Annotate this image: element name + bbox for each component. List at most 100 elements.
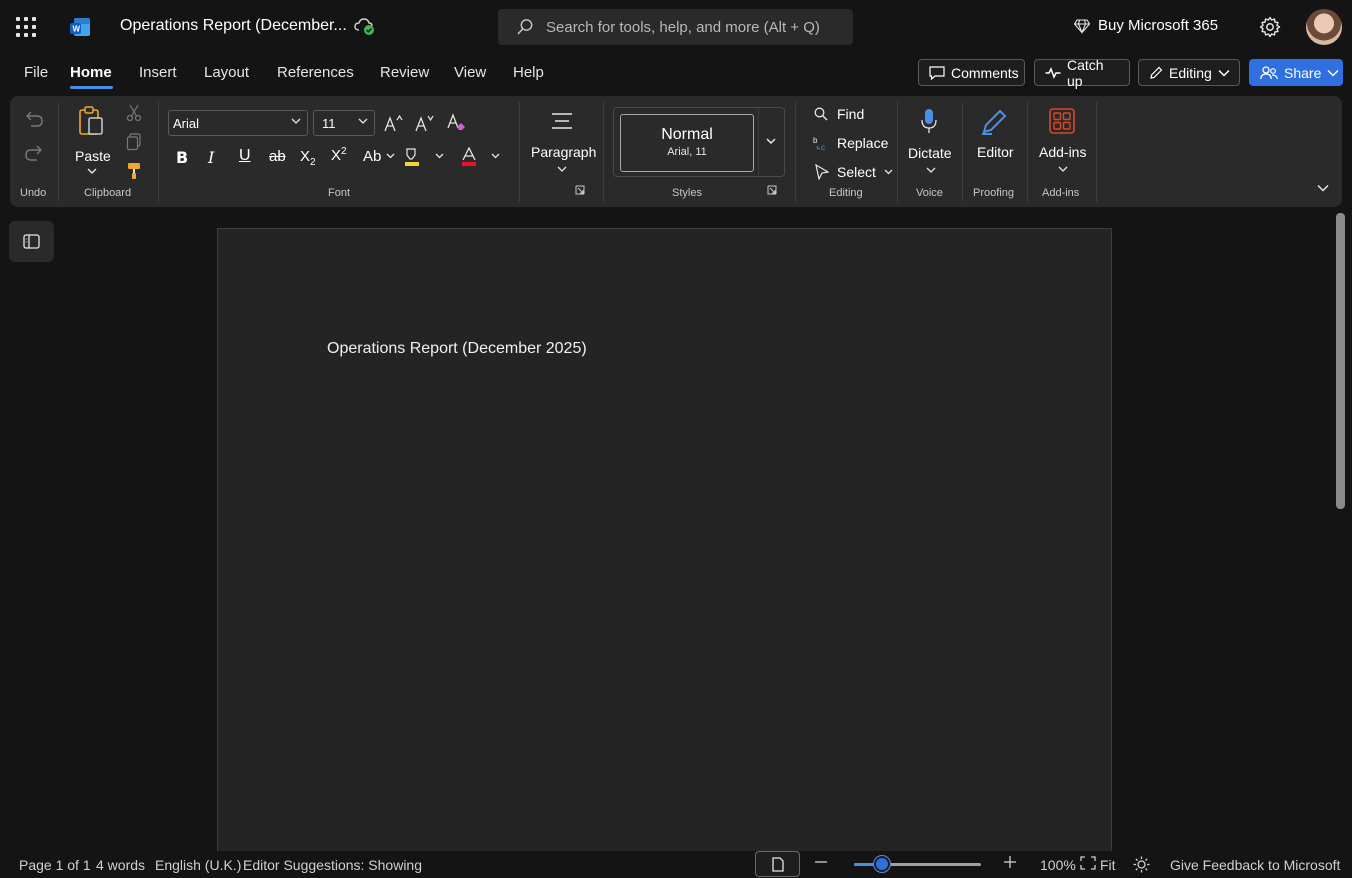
search-box[interactable]: [498, 9, 853, 45]
cloud-saved-icon[interactable]: [354, 16, 376, 36]
replace-button[interactable]: bc Replace: [813, 135, 888, 151]
tab-file[interactable]: File: [24, 64, 48, 81]
document-page[interactable]: Operations Report (December 2025): [217, 228, 1112, 868]
tab-help[interactable]: Help: [513, 64, 544, 81]
buy-microsoft-365-button[interactable]: Buy Microsoft 365: [1074, 17, 1218, 34]
dialog-launcher-icon[interactable]: [575, 185, 585, 195]
paragraph-label[interactable]: Paragraph: [531, 144, 596, 160]
ribbon-collapse-chevron-icon[interactable]: [1317, 184, 1329, 192]
redo-icon[interactable]: [24, 144, 44, 162]
share-button[interactable]: Share: [1249, 59, 1343, 86]
catch-up-button[interactable]: Catch up: [1034, 57, 1130, 89]
find-button[interactable]: Find: [814, 106, 864, 122]
add-ins-grid-icon[interactable]: [1049, 108, 1075, 134]
subscript-button[interactable]: X2: [300, 148, 316, 168]
strikethrough-button[interactable]: ab: [269, 148, 286, 165]
style-normal[interactable]: Normal Arial, 11: [620, 114, 754, 172]
clear-formatting-icon[interactable]: [447, 113, 467, 133]
superscript-button[interactable]: X2: [331, 146, 347, 164]
sun-theme-icon[interactable]: [1133, 856, 1150, 873]
print-layout-view-button[interactable]: [755, 851, 800, 877]
add-ins-label[interactable]: Add-ins: [1039, 144, 1086, 160]
fit-button[interactable]: Fit: [1100, 857, 1116, 873]
chevron-down-icon: [1327, 69, 1339, 77]
font-size-dropdown[interactable]: 11: [313, 110, 375, 136]
undo-icon[interactable]: [24, 110, 44, 128]
underline-button[interactable]: U: [239, 147, 251, 165]
font-name-dropdown[interactable]: Arial: [168, 110, 308, 136]
page-count: Page 1 of 1: [19, 857, 91, 873]
italic-button[interactable]: I: [208, 148, 214, 167]
tab-insert[interactable]: Insert: [139, 64, 177, 81]
fit-icon: [1080, 856, 1096, 870]
editor-suggestions-status[interactable]: Editor Suggestions: Showing: [243, 857, 422, 873]
title-bar: W Operations Report (December... Buy Mic…: [0, 0, 1352, 54]
style-normal-font: Arial, 11: [667, 146, 707, 158]
chevron-down-icon[interactable]: [1058, 166, 1068, 173]
clipboard-group-label: Clipboard: [84, 187, 132, 199]
dictate-label[interactable]: Dictate: [908, 145, 952, 161]
zoom-slider-knob[interactable]: [873, 856, 890, 872]
dialog-launcher-icon[interactable]: [767, 185, 777, 195]
vertical-scrollbar[interactable]: [1336, 213, 1345, 509]
paragraph-icon[interactable]: [551, 112, 573, 130]
zoom-out-icon[interactable]: [814, 855, 828, 869]
tab-home[interactable]: Home: [70, 64, 112, 81]
font-name-value: Arial: [173, 116, 200, 131]
search-icon: [516, 18, 534, 36]
format-painter-icon[interactable]: [126, 162, 142, 180]
chevron-down-icon[interactable]: [491, 153, 500, 159]
bold-button[interactable]: B: [176, 148, 188, 167]
app-launcher-icon[interactable]: [16, 17, 36, 37]
tab-view[interactable]: View: [454, 64, 486, 81]
language-indicator[interactable]: English (U.K.): [155, 857, 241, 873]
feedback-link[interactable]: Give Feedback to Microsoft: [1170, 857, 1340, 873]
active-tab-indicator: [70, 86, 113, 89]
svg-text:c: c: [821, 143, 825, 151]
document-heading[interactable]: Operations Report (December 2025): [327, 340, 587, 358]
chevron-down-icon[interactable]: [386, 153, 395, 159]
font-color-icon[interactable]: [460, 147, 478, 167]
zoom-level[interactable]: 100%: [1040, 857, 1076, 873]
search-input[interactable]: [546, 17, 846, 37]
editor-pen-icon[interactable]: [980, 108, 1008, 136]
settings-gear-icon[interactable]: [1259, 16, 1281, 38]
select-label: Select: [837, 164, 876, 180]
copy-icon[interactable]: [126, 133, 142, 151]
chevron-down-icon[interactable]: [926, 167, 936, 174]
decrease-font-size-icon[interactable]: [415, 114, 435, 132]
tab-layout[interactable]: Layout: [204, 64, 249, 81]
navigation-pane-button[interactable]: [9, 221, 54, 262]
increase-font-size-icon[interactable]: [384, 114, 404, 132]
zoom-in-icon[interactable]: [1003, 855, 1017, 869]
editing-mode-button[interactable]: Editing: [1138, 59, 1240, 86]
tab-references[interactable]: References: [277, 64, 354, 81]
paste-label[interactable]: Paste: [75, 148, 111, 164]
buy-label: Buy Microsoft 365: [1098, 17, 1219, 34]
word-count[interactable]: 4 words: [96, 857, 145, 873]
document-title[interactable]: Operations Report (December...: [120, 17, 347, 35]
comments-button[interactable]: Comments: [918, 59, 1025, 86]
cut-icon[interactable]: [126, 104, 142, 122]
chevron-down-icon[interactable]: [557, 166, 567, 173]
select-button[interactable]: Select: [815, 164, 893, 180]
tab-review[interactable]: Review: [380, 64, 429, 81]
divider: [962, 102, 963, 202]
user-avatar[interactable]: [1306, 9, 1342, 45]
highlighter-icon[interactable]: [403, 147, 421, 167]
divider: [519, 102, 520, 202]
paste-icon[interactable]: [78, 106, 104, 136]
chevron-down-icon[interactable]: [435, 153, 444, 159]
text-effects-button[interactable]: Ab: [363, 148, 381, 165]
divider: [1096, 102, 1097, 202]
chevron-down-icon: [884, 169, 893, 175]
status-bar: Page 1 of 1 4 words English (U.K.) Edito…: [0, 851, 1352, 878]
chevron-down-icon: [291, 118, 301, 125]
zoom-slider[interactable]: [854, 856, 981, 872]
editor-label[interactable]: Editor: [977, 144, 1014, 160]
cursor-icon: [815, 164, 829, 180]
microphone-icon[interactable]: [920, 108, 938, 136]
styles-expand-chevron-icon[interactable]: [766, 138, 776, 145]
replace-label: Replace: [837, 135, 889, 151]
chevron-down-icon[interactable]: [87, 168, 97, 175]
